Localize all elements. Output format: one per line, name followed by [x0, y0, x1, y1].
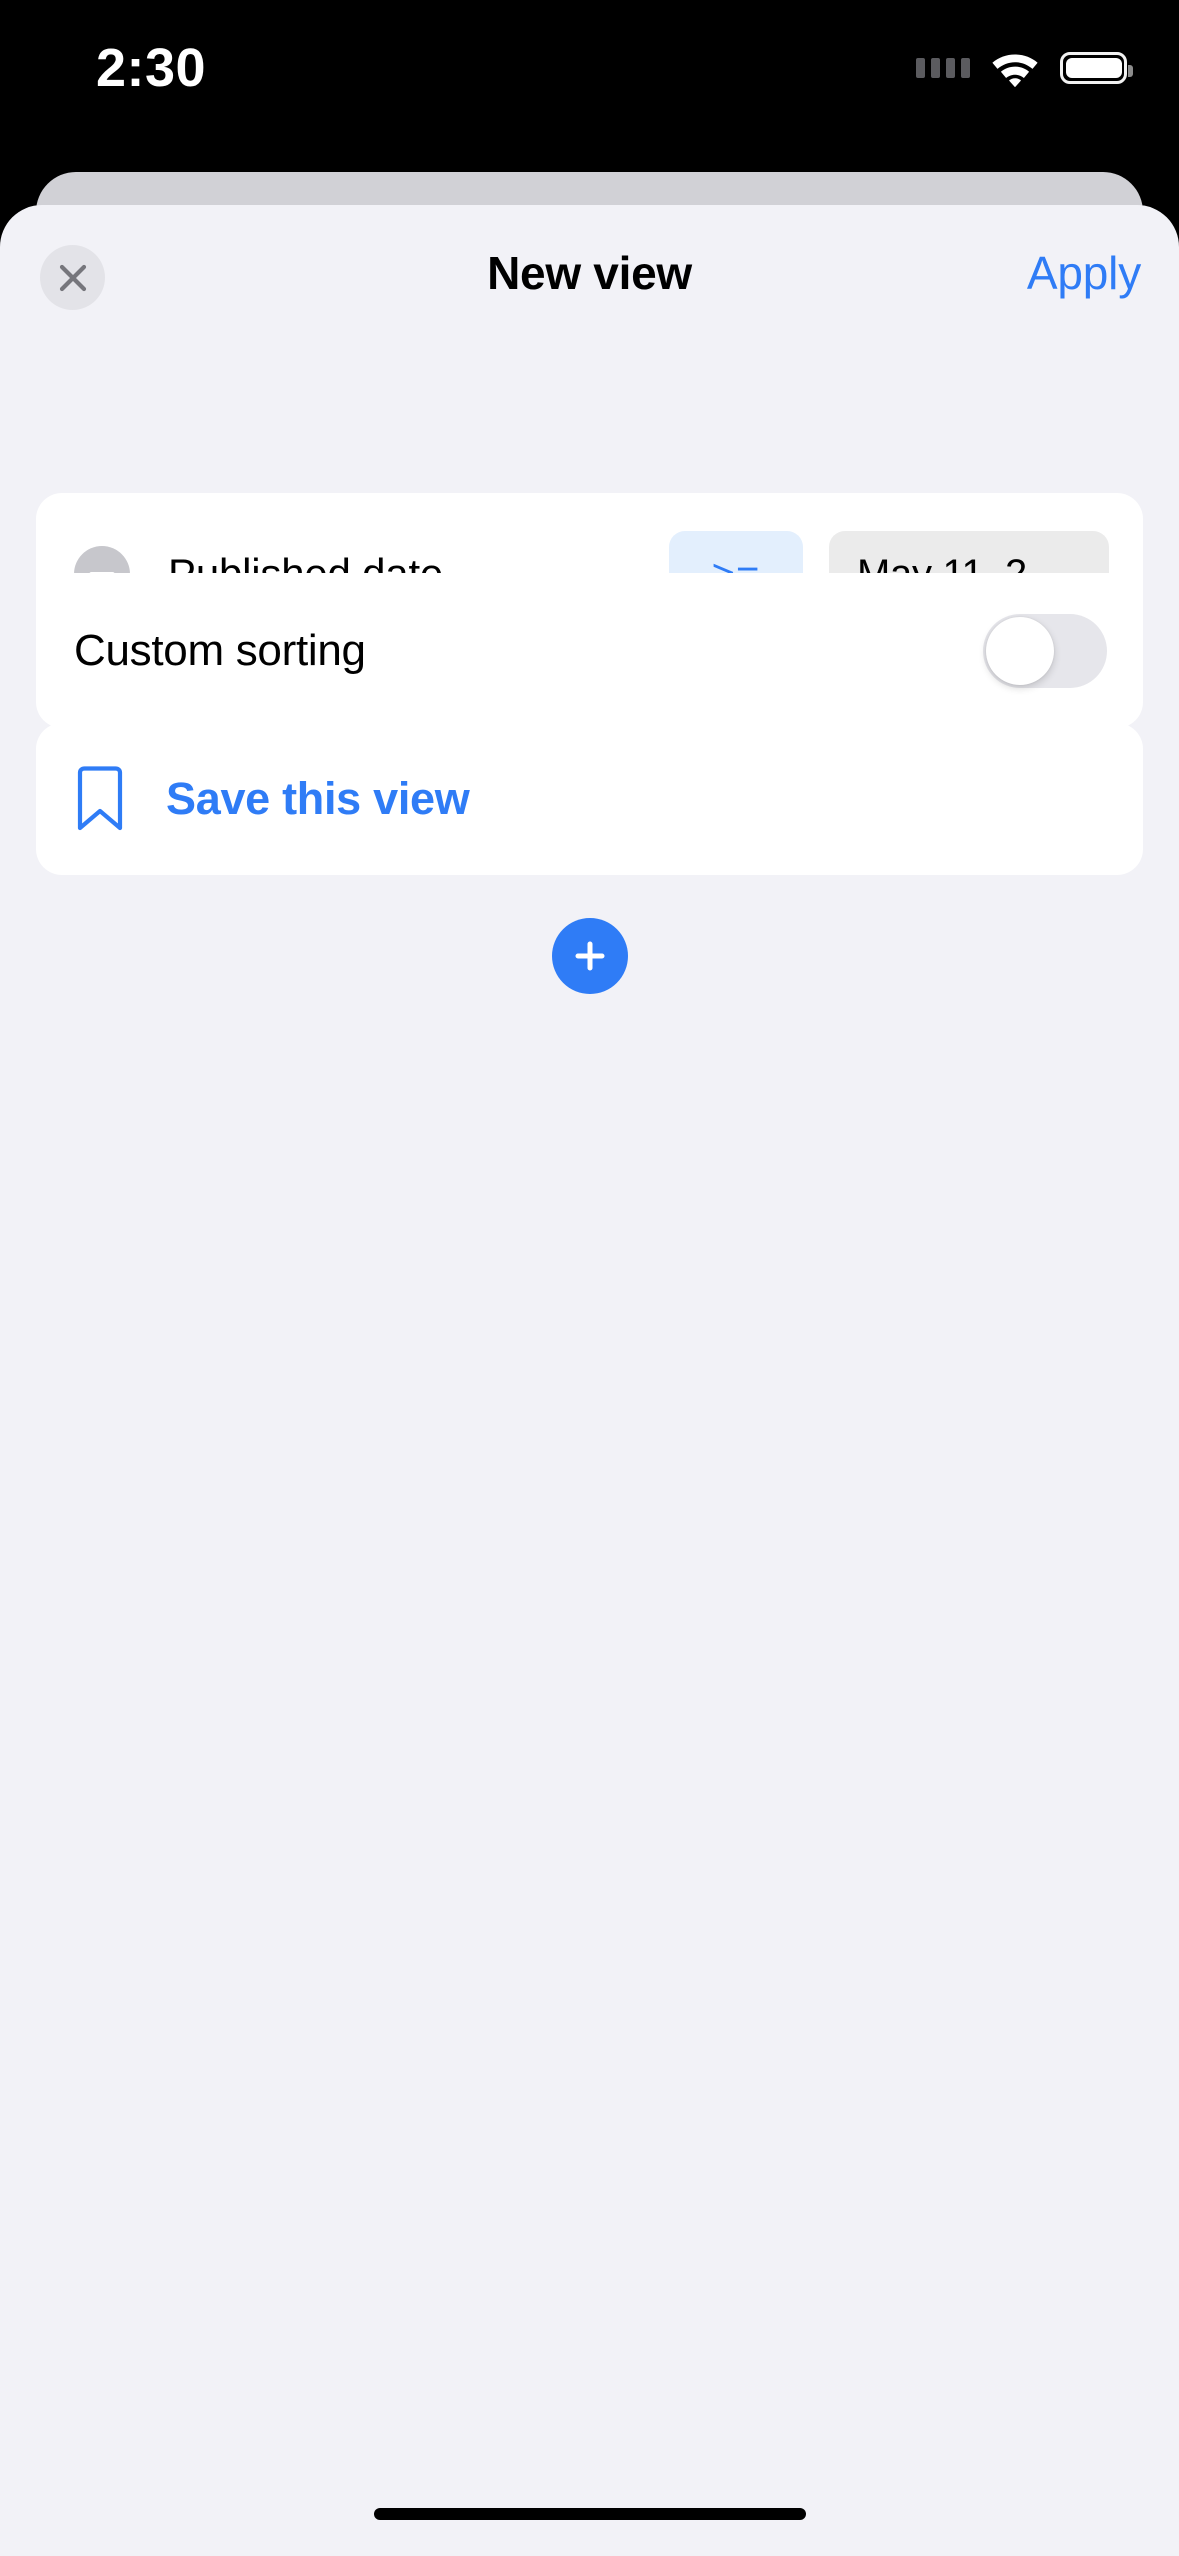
custom-sorting-toggle[interactable]: [983, 613, 1107, 688]
signal-dots-icon: [916, 58, 970, 78]
wifi-icon: [990, 49, 1040, 87]
toggle-knob: [986, 616, 1054, 685]
phone-screen: 2:30 New view Apply Custom sorting Save …: [0, 0, 1179, 2556]
new-view-sheet: New view Apply Published date >= May 11,…: [0, 205, 1179, 2556]
save-view-label: Save this view: [166, 773, 470, 824]
battery-full-icon: [1060, 52, 1133, 84]
save-view-button[interactable]: Save this view: [36, 723, 1143, 875]
custom-sorting-card: Custom sorting: [36, 573, 1143, 728]
bookmark-icon: [77, 766, 123, 831]
status-bar-indicators: [916, 38, 1133, 98]
sheet-header: New view Apply: [0, 205, 1179, 340]
home-indicator: [373, 2508, 806, 2520]
apply-button[interactable]: Apply: [1027, 205, 1141, 340]
status-bar: 2:30: [0, 0, 1179, 168]
status-bar-time: 2:30: [96, 38, 207, 98]
page-title: New view: [487, 246, 692, 299]
add-filter-button[interactable]: [551, 918, 628, 994]
custom-sorting-label: Custom sorting: [74, 625, 366, 675]
plus-icon: [575, 941, 604, 971]
